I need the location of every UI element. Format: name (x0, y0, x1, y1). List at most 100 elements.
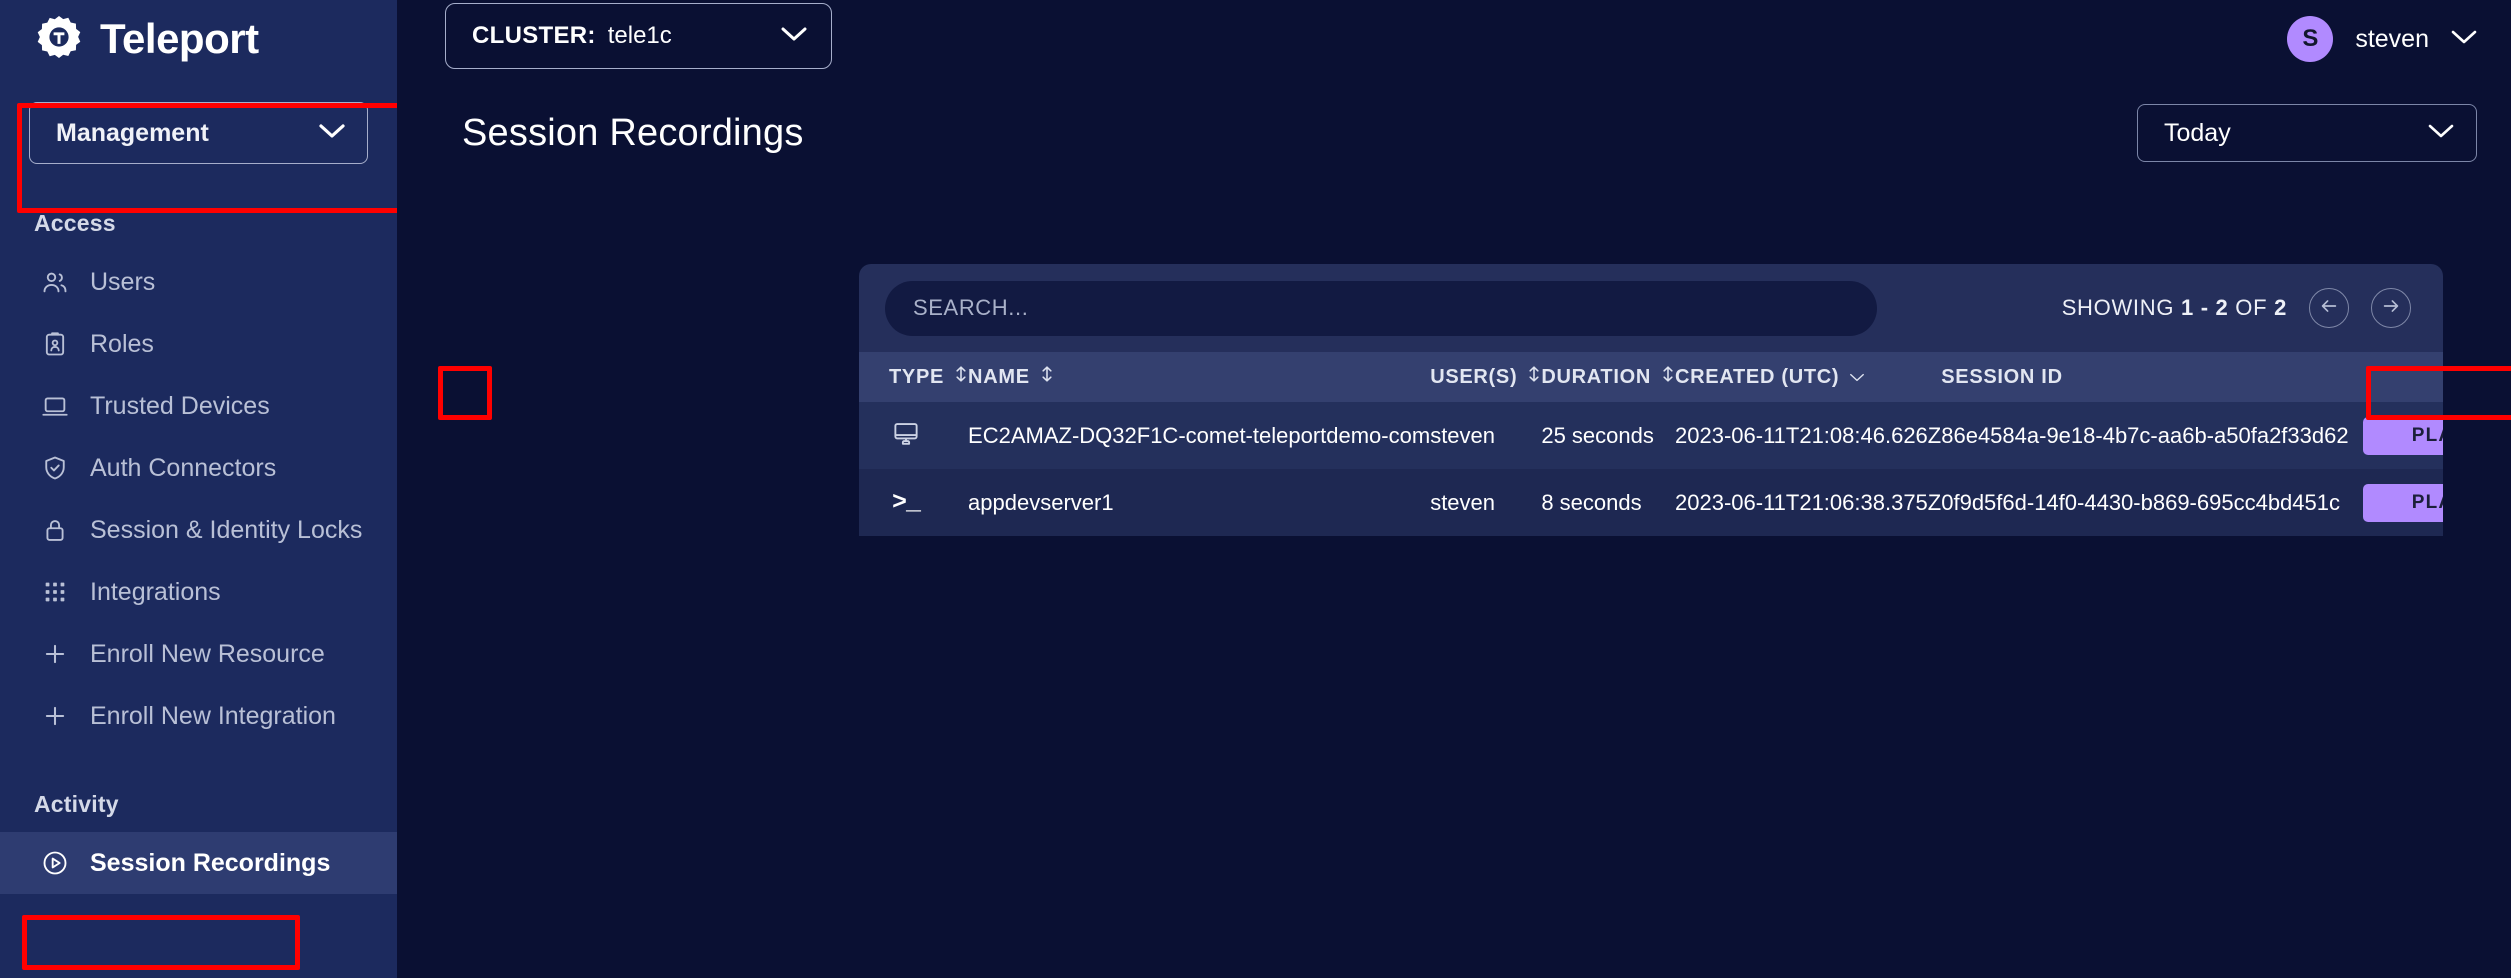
sidebar-item-label: Trusted Devices (90, 391, 270, 420)
pagination-prev-button[interactable] (2309, 288, 2349, 328)
cell-users: steven (1430, 489, 1496, 515)
column-header-session-id: SESSION ID (1941, 352, 2348, 402)
sidebar-item-label: Session Recordings (90, 848, 331, 877)
sidebar-section-title-activity: Activity (34, 791, 119, 817)
cell-session-id: 0f9d5f6d-14f0-4430-b869-695cc4bd451c (1941, 489, 2340, 515)
management-select[interactable]: Management (29, 102, 368, 164)
terminal-prompt-icon: >_ (891, 488, 921, 517)
management-select-label: Management (56, 118, 209, 147)
sidebar-item-enroll-new-resource[interactable]: Enroll New Resource (0, 623, 397, 685)
sidebar-item-label: Enroll New Integration (90, 701, 336, 730)
sidebar-item-label: Users (90, 267, 156, 296)
column-header-duration[interactable]: DURATION (1541, 352, 1675, 402)
cluster-label: CLUSTER: (472, 22, 596, 49)
date-range-select[interactable]: Today (2137, 104, 2477, 162)
pagination-next-button[interactable] (2371, 288, 2411, 328)
table-head: TYPE NAME USER(S) DURATION CREATED (UTC)… (859, 352, 2443, 402)
management-select-wrap: Management (0, 78, 397, 186)
cluster-value: tele1c (607, 22, 672, 49)
cell-duration: 8 seconds (1541, 489, 1642, 515)
desktop-monitor-icon (889, 417, 923, 451)
pagination: SHOWING 1 - 2 OF 2 (2062, 288, 2417, 328)
main-content: CLUSTER: tele1c S steven Session Recordin… (397, 0, 2511, 978)
card-toolbar: SHOWING 1 - 2 OF 2 (859, 264, 2443, 352)
cell-name: EC2AMAZ-DQ32F1C-comet-teleportdemo-com (968, 422, 1431, 448)
search-box[interactable] (885, 280, 1877, 336)
play-circle-icon (40, 848, 70, 878)
search-input[interactable] (913, 295, 1849, 321)
topbar: CLUSTER: tele1c S steven (397, 0, 2511, 78)
play-button[interactable]: PLAY (2362, 483, 2443, 522)
arrow-left-icon (2318, 295, 2340, 322)
column-header-actions (2349, 352, 2443, 402)
column-header-name[interactable]: NAME (968, 352, 1430, 402)
column-label: USER(S) (1430, 365, 1518, 388)
plus-icon (40, 701, 70, 731)
column-label: CREATED (UTC) (1675, 365, 1840, 388)
clipboard-user-icon (40, 329, 70, 359)
lock-icon (40, 515, 70, 545)
cell-created: 2023-06-11T21:06:38.375Z (1675, 489, 1942, 515)
recordings-card: SHOWING 1 - 2 OF 2 (859, 264, 2443, 536)
column-header-created[interactable]: CREATED (UTC) (1675, 352, 1941, 402)
sidebar-item-label: Roles (90, 329, 154, 358)
table-row[interactable]: EC2AMAZ-DQ32F1C-comet-teleportdemo-com s… (859, 402, 2443, 469)
table-header-row: TYPE NAME USER(S) DURATION CREATED (UTC)… (859, 352, 2443, 402)
date-range-value: Today (2164, 118, 2231, 147)
chevron-down-icon (319, 123, 345, 144)
sidebar-item-label: Auth Connectors (90, 453, 277, 482)
sidebar-item-label: Enroll New Resource (90, 639, 325, 668)
cell-users: steven (1430, 422, 1496, 448)
brand-name: Teleport (100, 15, 259, 62)
avatar: S (2287, 16, 2334, 62)
cell-actions: PLAY (2349, 469, 2443, 536)
play-button[interactable]: PLAY (2362, 416, 2443, 455)
pagination-prefix: SHOWING (2061, 295, 2181, 320)
pagination-range: 1 - 2 (2180, 295, 2229, 320)
column-header-users[interactable]: USER(S) (1430, 352, 1541, 402)
cell-type: >_ (859, 469, 968, 536)
sort-updown-icon (1527, 365, 1541, 389)
plus-icon (40, 639, 70, 669)
sort-updown-icon (1040, 365, 1054, 389)
sidebar-item-users[interactable]: Users (0, 251, 397, 313)
column-label: TYPE (889, 365, 945, 388)
sidebar-item-enroll-new-integration[interactable]: Enroll New Integration (0, 685, 397, 747)
column-label: DURATION (1541, 365, 1651, 388)
table-row[interactable]: >_ appdevserver1 steven 8 seconds 2023-0… (859, 469, 2443, 536)
sidebar-item-session-recordings[interactable]: Session Recordings (0, 832, 397, 894)
chevron-down-icon (2428, 123, 2454, 144)
laptop-icon (40, 391, 70, 421)
sidebar-item-session-identity-locks[interactable]: Session & Identity Locks (0, 499, 397, 561)
user-menu[interactable]: S steven (2287, 16, 2477, 62)
user-name: steven (2355, 24, 2429, 53)
recordings-table: TYPE NAME USER(S) DURATION CREATED (UTC)… (859, 352, 2443, 536)
sidebar-item-auth-connectors[interactable]: Auth Connectors (0, 437, 397, 499)
app-root: Teleport Management Access Users Roles T… (0, 0, 2511, 978)
sidebar: Teleport Management Access Users Roles T… (0, 0, 397, 978)
column-header-type[interactable]: TYPE (859, 352, 968, 402)
cell-type (859, 402, 968, 469)
page-header: Session Recordings Today (397, 78, 2511, 162)
sidebar-item-trusted-devices[interactable]: Trusted Devices (0, 375, 397, 437)
column-label: NAME (968, 365, 1030, 388)
pagination-text: SHOWING 1 - 2 OF 2 (2062, 295, 2287, 321)
page-title: Session Recordings (462, 111, 804, 154)
sidebar-item-roles[interactable]: Roles (0, 313, 397, 375)
cluster-select[interactable]: CLUSTER: tele1c (445, 3, 832, 69)
sidebar-item-integrations[interactable]: Integrations (0, 561, 397, 623)
sort-updown-icon (1661, 365, 1675, 389)
teleport-gear-logo-icon (34, 14, 84, 64)
users-icon (40, 267, 70, 297)
sidebar-section-title-access: Access (34, 210, 116, 236)
highlight-box-type-icon (438, 366, 492, 420)
chevron-down-icon (781, 26, 807, 47)
sidebar-item-label: Session & Identity Locks (90, 515, 363, 544)
pagination-middle: OF (2228, 295, 2275, 320)
shield-check-icon (40, 453, 70, 483)
sort-updown-icon (954, 365, 968, 389)
chevron-down-icon (2451, 29, 2477, 50)
column-label: SESSION ID (1941, 365, 2063, 388)
cell-actions: PLAY (2349, 402, 2443, 469)
grid-dots-icon (40, 577, 70, 607)
